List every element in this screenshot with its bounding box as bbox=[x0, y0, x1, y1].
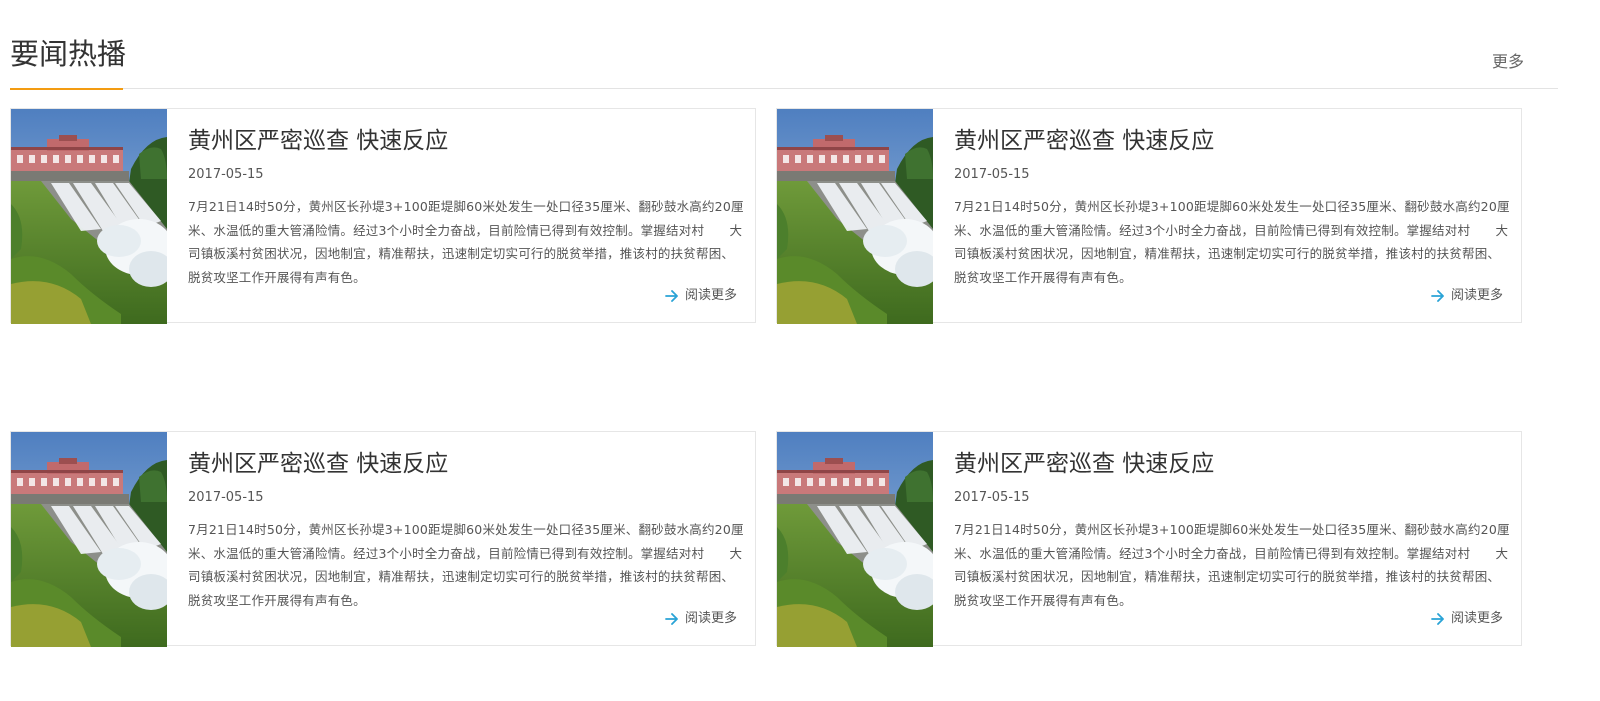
news-date: 2017-05-15 bbox=[188, 490, 264, 505]
news-title[interactable]: 黄州区严密巡查 快速反应 bbox=[188, 125, 448, 157]
read-more-label: 阅读更多 bbox=[684, 611, 737, 626]
news-thumbnail[interactable] bbox=[777, 109, 933, 324]
news-date: 2017-05-15 bbox=[188, 167, 264, 182]
news-card-body: 黄州区严密巡查 快速反应 2017-05-15 7月21日14时50分，黄州区长… bbox=[954, 432, 1509, 645]
news-card-body: 黄州区严密巡查 快速反应 2017-05-15 7月21日14时50分，黄州区长… bbox=[188, 109, 743, 322]
news-summary: 7月21日14时50分，黄州区长孙堤3+100距堤脚60米处发生一处口径35厘米… bbox=[188, 199, 744, 285]
section-header: 要闻热播 更多 bbox=[10, 0, 1558, 90]
read-more-link[interactable]: 阅读更多 bbox=[1431, 287, 1503, 305]
read-more-label: 阅读更多 bbox=[1450, 611, 1503, 626]
read-more-link[interactable]: 阅读更多 bbox=[1431, 610, 1503, 628]
news-title[interactable]: 黄州区严密巡查 快速反应 bbox=[954, 125, 1214, 157]
news-summary: 7月21日14时50分，黄州区长孙堤3+100距堤脚60米处发生一处口径35厘米… bbox=[954, 522, 1510, 608]
read-more-link[interactable]: 阅读更多 bbox=[665, 287, 737, 305]
news-card[interactable]: 黄州区严密巡查 快速反应 2017-05-15 7月21日14时50分，黄州区长… bbox=[10, 108, 756, 324]
read-more-label: 阅读更多 bbox=[1450, 288, 1503, 303]
news-card[interactable]: 黄州区严密巡查 快速反应 2017-05-15 7月21日14时50分，黄州区长… bbox=[10, 431, 756, 647]
news-title[interactable]: 黄州区严密巡查 快速反应 bbox=[188, 448, 448, 480]
news-card-body: 黄州区严密巡查 快速反应 2017-05-15 7月21日14时50分，黄州区长… bbox=[954, 109, 1509, 322]
news-card[interactable]: 黄州区严密巡查 快速反应 2017-05-15 7月21日14时50分，黄州区长… bbox=[776, 431, 1522, 647]
dam-spillway-photo-icon bbox=[777, 109, 933, 324]
dam-spillway-photo-icon bbox=[777, 432, 933, 647]
dam-spillway-photo-icon bbox=[11, 109, 167, 324]
dam-spillway-photo-icon bbox=[11, 432, 167, 647]
news-summary: 7月21日14时50分，黄州区长孙堤3+100距堤脚60米处发生一处口径35厘米… bbox=[188, 522, 744, 608]
news-summary: 7月21日14时50分，黄州区长孙堤3+100距堤脚60米处发生一处口径35厘米… bbox=[954, 199, 1510, 285]
section-title: 要闻热播 bbox=[10, 37, 127, 71]
read-more-label: 阅读更多 bbox=[684, 288, 737, 303]
read-more-link[interactable]: 阅读更多 bbox=[665, 610, 737, 628]
news-thumbnail[interactable] bbox=[11, 109, 167, 324]
arrow-right-icon bbox=[665, 613, 679, 625]
news-card-body: 黄州区严密巡查 快速反应 2017-05-15 7月21日14时50分，黄州区长… bbox=[188, 432, 743, 645]
more-link[interactable]: 更多 bbox=[1492, 48, 1524, 72]
news-date: 2017-05-15 bbox=[954, 167, 1030, 182]
news-thumbnail[interactable] bbox=[11, 432, 167, 647]
news-card[interactable]: 黄州区严密巡查 快速反应 2017-05-15 7月21日14时50分，黄州区长… bbox=[776, 108, 1522, 324]
arrow-right-icon bbox=[665, 290, 679, 302]
arrow-right-icon bbox=[1431, 613, 1445, 625]
arrow-right-icon bbox=[1431, 290, 1445, 302]
news-date: 2017-05-15 bbox=[954, 490, 1030, 505]
title-underline bbox=[10, 88, 123, 90]
news-thumbnail[interactable] bbox=[777, 432, 933, 647]
news-title[interactable]: 黄州区严密巡查 快速反应 bbox=[954, 448, 1214, 480]
